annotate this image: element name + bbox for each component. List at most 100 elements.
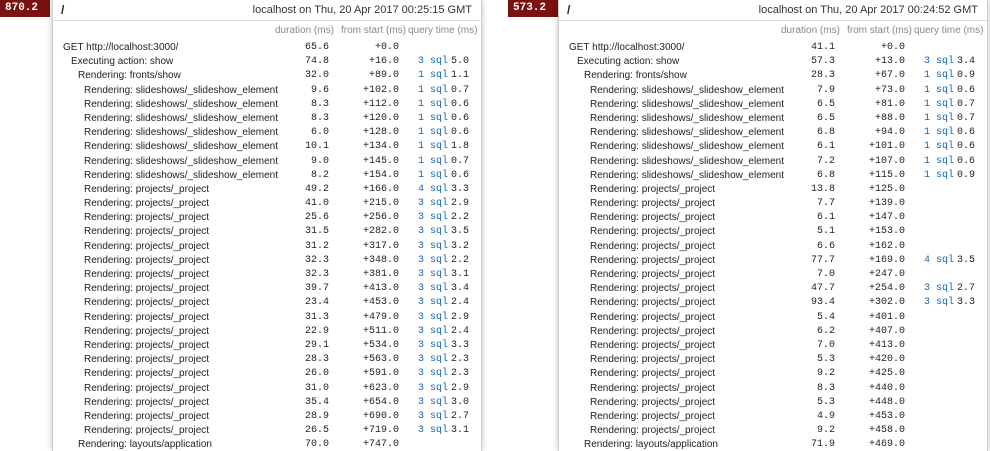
- query-time-value: 0.6: [956, 84, 975, 96]
- step-name: Rendering: slideshows/_slideshow_element: [590, 169, 784, 181]
- duration-value: 9.0: [310, 155, 329, 167]
- query-time-value: 0.6: [956, 155, 975, 167]
- from-start-value: +256.0: [362, 212, 399, 224]
- from-start-value: +282.0: [362, 226, 399, 238]
- step-name: Rendering: slideshows/_slideshow_element: [590, 112, 784, 124]
- step-name: Rendering: projects/_project: [84, 368, 210, 380]
- step-name: Rendering: projects/_project: [84, 354, 210, 366]
- from-start-value: +67.0: [874, 70, 905, 82]
- column-headers: duration (ms) from start (ms) query time…: [53, 23, 481, 39]
- query-time-value: 0.9: [956, 70, 975, 82]
- duration-value: 31.3: [304, 311, 329, 323]
- timing-row: Rendering: slideshows/_slideshow_element…: [559, 140, 987, 154]
- from-start-value: +479.0: [362, 311, 399, 323]
- duration-value: 6.5: [816, 98, 835, 110]
- step-name: Rendering: projects/_project: [590, 382, 716, 394]
- from-start-value: +719.0: [362, 425, 399, 437]
- step-name: Executing action: show: [71, 56, 174, 68]
- duration-value: 23.4: [304, 297, 329, 309]
- step-name: Rendering: projects/_project: [590, 339, 716, 351]
- duration-value: 41.0: [304, 198, 329, 210]
- duration-value: 70.0: [304, 439, 329, 451]
- duration-value: 5.1: [816, 226, 835, 238]
- timing-row: Rendering: projects/_project 7.7 +139.0: [559, 197, 987, 211]
- query-time-value: 2.3: [450, 354, 469, 366]
- step-name: Rendering: slideshows/_slideshow_element: [84, 84, 278, 96]
- step-name: Rendering: projects/_project: [590, 311, 716, 323]
- timing-row: Rendering: slideshows/_slideshow_element…: [53, 98, 481, 112]
- from-start-value: +425.0: [868, 368, 905, 380]
- timing-row: Rendering: projects/_project 31.3 +479.0 3 …: [53, 311, 481, 325]
- profiler-badge[interactable]: 573.2 ms: [508, 0, 558, 31]
- timing-row: Rendering: projects/_project 9.2 +458.0: [559, 424, 987, 438]
- from-start-value: +448.0: [868, 396, 905, 408]
- duration-value: 6.6: [816, 240, 835, 252]
- step-name: Rendering: slideshows/_slideshow_element: [590, 127, 784, 139]
- timing-row: Rendering: slideshows/_slideshow_element…: [53, 169, 481, 183]
- duration-value: 22.9: [304, 325, 329, 337]
- duration-value: 35.4: [304, 396, 329, 408]
- from-start-value: +107.0: [868, 155, 905, 167]
- duration-value: 7.2: [816, 155, 835, 167]
- duration-value: 7.9: [816, 84, 835, 96]
- step-name: Rendering: projects/_project: [590, 183, 716, 195]
- query-time-value: 2.9: [450, 198, 469, 210]
- duration-value: 49.2: [304, 183, 329, 195]
- from-start-value: +563.0: [362, 354, 399, 366]
- step-name: Rendering: slideshows/_slideshow_element: [84, 112, 278, 124]
- step-name: Rendering: slideshows/_slideshow_element: [590, 84, 784, 96]
- query-time-value: 0.7: [450, 84, 469, 96]
- start-header: from start (ms): [847, 25, 912, 36]
- timing-row: Rendering: projects/_project 22.9 +511.0 3 …: [53, 325, 481, 339]
- duration-value: 31.2: [304, 240, 329, 252]
- timing-row: Rendering: fronts/show 28.3 +67.0 1 sql 0.9: [559, 69, 987, 83]
- step-name: Rendering: projects/_project: [84, 339, 210, 351]
- from-start-value: +654.0: [362, 396, 399, 408]
- duration-value: 71.9: [810, 439, 835, 451]
- step-name: Rendering: slideshows/_slideshow_element: [84, 169, 278, 181]
- step-name: Rendering: projects/_project: [84, 226, 210, 238]
- step-name: Rendering: slideshows/_slideshow_element: [84, 141, 278, 153]
- from-start-value: +166.0: [362, 183, 399, 195]
- duration-value: 6.8: [816, 127, 835, 139]
- from-start-value: +381.0: [362, 269, 399, 280]
- timing-row: Rendering: slideshows/_slideshow_element…: [559, 155, 987, 169]
- query-time-value: 3.0: [450, 396, 469, 408]
- from-start-value: +153.0: [868, 226, 905, 238]
- timing-row: Rendering: projects/_project 6.2 +407.0: [559, 325, 987, 339]
- profiler-panel: / localhost on Thu, 20 Apr 2017 00:24:52…: [558, 0, 988, 451]
- duration-value: 6.2: [816, 325, 835, 337]
- timing-row: Rendering: projects/_project 7.0 +247.0: [559, 268, 987, 282]
- duration-value: 65.6: [304, 42, 329, 53]
- duration-value: 26.0: [304, 368, 329, 380]
- timing-row: Rendering: projects/_project 6.6 +162.0: [559, 240, 987, 254]
- timing-row: GET http://localhost:3000/65.6 +0.0: [53, 41, 481, 55]
- step-name: Rendering: projects/_project: [590, 198, 716, 210]
- step-name: Rendering: layouts/application: [78, 439, 212, 451]
- from-start-value: +169.0: [868, 254, 905, 266]
- step-name: Rendering: projects/_project: [84, 240, 210, 252]
- duration-value: 29.1: [304, 339, 329, 351]
- from-start-value: +440.0: [868, 382, 905, 394]
- duration-value: 6.1: [816, 141, 835, 153]
- timing-row: Rendering: projects/_project 4.9 +453.0: [559, 410, 987, 424]
- timing-row: Rendering: projects/_project 9.2 +425.0: [559, 367, 987, 381]
- step-name: Rendering: projects/_project: [590, 325, 716, 337]
- timing-row: Rendering: projects/_project 31.0 +623.0 3 …: [53, 382, 481, 396]
- from-start-value: +401.0: [868, 311, 905, 323]
- from-start-value: +302.0: [868, 297, 905, 309]
- duration-value: 7.0: [816, 339, 835, 351]
- query-time-value: 0.6: [450, 169, 469, 181]
- step-name: Rendering: projects/_project: [84, 382, 210, 394]
- profiler-badge[interactable]: 870.2 ms: [0, 0, 50, 31]
- timing-row: Rendering: projects/_project 35.4 +654.0 3 …: [53, 396, 481, 410]
- duration-value: 41.1: [810, 42, 835, 53]
- duration-value: 26.5: [304, 425, 329, 437]
- duration-value: 77.7: [810, 254, 835, 266]
- from-start-value: +120.0: [362, 112, 399, 124]
- duration-value: 7.7: [816, 198, 835, 210]
- timing-row: Rendering: projects/_project 13.8 +125.0: [559, 183, 987, 197]
- step-name: Rendering: projects/_project: [84, 254, 210, 266]
- duration-value: 4.9: [816, 410, 835, 422]
- from-start-value: +0.0: [880, 42, 905, 53]
